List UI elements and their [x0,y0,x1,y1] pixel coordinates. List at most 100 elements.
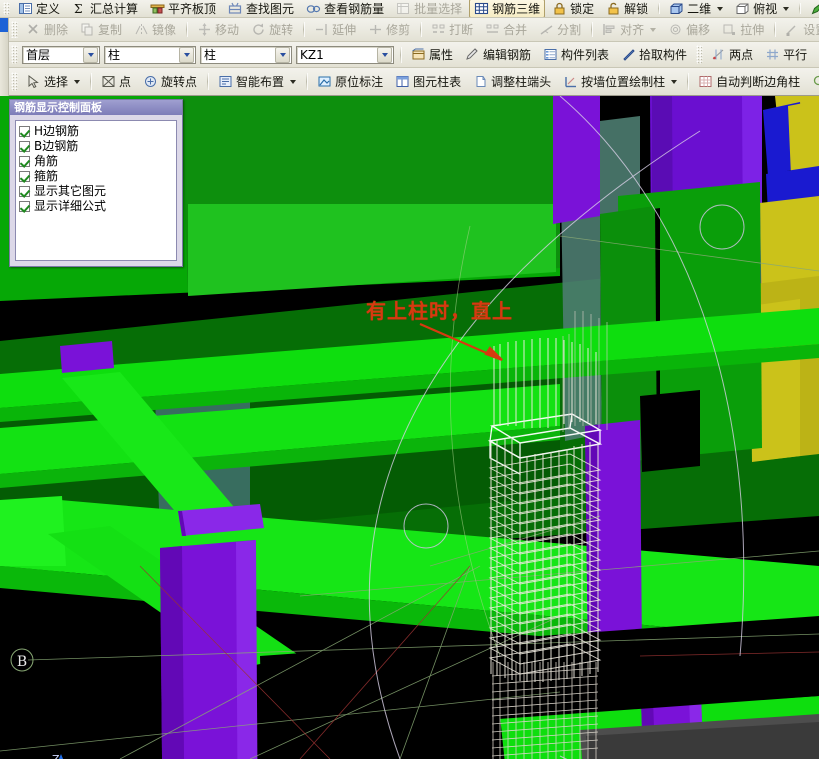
toolbar-item-rotate-point[interactable]: 旋转点 [138,72,202,91]
view-rebar-qty-icon [306,1,321,16]
toolbar-separator [420,22,422,37]
toolbar-item-label: 锁定 [570,1,595,16]
trim-icon [368,22,383,37]
dynamic-view-icon [810,1,819,16]
toolbar-item-extend[interactable]: 延伸 [309,20,361,39]
toolbar-item-align[interactable]: 对齐 [597,20,661,39]
top-view-icon [735,1,750,16]
checkbox-checked[interactable] [19,201,30,212]
category-select-value: 柱 [108,47,121,62]
category-select[interactable]: 柱 [104,45,196,64]
point-angle-button[interactable]: 点角 [814,45,819,64]
toolbar-separator [774,22,776,37]
toolbar-item-label: 属性 [429,47,454,62]
toolbar-item-find-element[interactable]: 查找图元 [223,0,299,17]
toolbar-item-point[interactable]: 点 [96,72,136,91]
properties-button[interactable]: 属性 [406,45,458,64]
toolbar-item-move[interactable]: 移动 [192,20,244,39]
toolbar-item-offset[interactable]: 偏移 [663,20,715,39]
chevron-down-icon[interactable] [377,46,392,63]
chevron-down-icon[interactable] [275,46,290,63]
toolbar-item-break[interactable]: 打断 [426,20,478,39]
toolbar-item-copy[interactable]: 复制 [75,20,127,39]
toolbar-item-batch-select[interactable]: 批量选择 [391,0,467,17]
toolbar-item-label: 合并 [503,22,528,37]
checkbox-checked[interactable] [19,156,30,167]
checkbox-checked[interactable] [19,141,30,152]
toolbar-item-rebar-3d[interactable]: 钢筋三维 [469,0,546,17]
toolbar-item-stretch[interactable]: 拉伸 [717,20,769,39]
toolbar-item-define[interactable]: 定义 [13,0,65,17]
toolbar-item-in-place-annotation[interactable]: 原位标注 [312,72,388,91]
toolbar-item-view-rebar-quantity[interactable]: 查看钢筋量 [301,0,389,17]
toolbar-item-adjust-column-end[interactable]: 调整柱端头 [468,72,556,91]
toolbar-item-align-slab-top[interactable]: 平齐板顶 [145,0,221,17]
checkbox-checked[interactable] [19,186,30,197]
rebar-display-control-panel[interactable]: 钢筋显示控制面板 H边钢筋 B边钢筋 角筋 箍筋 显示其它图元 显示详细公式 [9,99,183,267]
toolbar-item-unlock[interactable]: 解锁 [601,0,653,17]
rebar-option-row[interactable]: H边钢筋 [19,124,174,139]
toolbar-item-mirror[interactable]: 镜像 [129,20,181,39]
toolbar-item-check-annotation[interactable]: 查改标注 [807,72,819,91]
toolbar-item-draw-column-by-wall[interactable]: 按墙位置绘制柱 [558,72,682,91]
chevron-down-icon[interactable] [783,6,790,11]
delete-icon [26,22,41,37]
toolbar-gripper[interactable] [11,20,18,38]
toolbar-item-smart-layout[interactable]: 智能布置 [213,72,301,91]
toolbar-item-label: 选择 [44,74,69,89]
toolbar-item-auto-corner-column[interactable]: 自动判断边角柱 [693,72,805,91]
chevron-down-icon[interactable] [290,79,297,84]
toolbar-item-dynamic-view[interactable]: 动态 [805,0,819,17]
toolbar-item-top-view[interactable]: 俯视 [730,0,794,17]
pick-component-button[interactable]: 拾取构件 [616,45,692,64]
toolbar-gripper[interactable] [11,45,18,64]
component-list-button[interactable]: 构件列表 [538,45,614,64]
rebar-option-list[interactable]: H边钢筋 B边钢筋 角筋 箍筋 显示其它图元 显示详细公式 [15,120,177,261]
toolbar-item-rotate[interactable]: 旋转 [246,20,298,39]
subcategory-select[interactable]: 柱 [200,45,292,64]
chevron-down-icon[interactable] [717,6,724,11]
component-select[interactable]: KZ1 [296,45,394,64]
toolbar-gripper[interactable] [11,71,18,92]
chevron-down-icon[interactable] [179,46,194,63]
checkbox-checked[interactable] [19,171,30,182]
rebar-option-row[interactable]: B边钢筋 [19,139,174,154]
parallel-button[interactable]: 平行 [760,45,812,64]
toolbar-item-label: 查找图元 [246,1,295,16]
rebar-option-row[interactable]: 显示详细公式 [19,199,174,214]
rebar-option-row[interactable]: 角筋 [19,154,174,169]
toolbar-item-cursor-select[interactable]: 选择 [21,72,85,91]
toolbar-item-label: 拉伸 [740,22,765,37]
toolbar-item-delete[interactable]: 删除 [21,20,73,39]
toolbar-item-element-column-table[interactable]: 图元柱表 [390,72,466,91]
checkbox-checked[interactable] [19,126,30,137]
toolbar-item-view-2d[interactable]: 二维 [664,0,728,17]
two-point-button[interactable]: 两点 [706,45,758,64]
toolbar-item-label: 俯视 [753,1,778,16]
toolbar-item-set-grip[interactable]: 设置夹点 [780,20,819,39]
toolbar-item-label: 平齐板顶 [168,1,217,16]
edit-rebar-button[interactable]: 编辑钢筋 [460,45,536,64]
rebar-option-label: 显示详细公式 [34,199,107,213]
smart-layout-icon [218,74,233,89]
toolbar-item-summary-calc[interactable]: Σ 汇总计算 [67,0,143,17]
toolbar-item-merge[interactable]: 合并 [480,20,532,39]
annotation-text: 有上柱时，直上 [366,299,513,323]
toolbar-gripper[interactable] [3,2,10,15]
extend-icon [314,22,329,37]
rebar-option-row[interactable]: 显示其它图元 [19,184,174,199]
chevron-down-icon[interactable] [671,79,678,84]
toolbar-item-split[interactable]: 分割 [534,20,586,39]
toolbar-item-lock[interactable]: 锁定 [547,0,599,17]
toolbar-separator [303,22,305,37]
chevron-down-icon[interactable] [83,46,98,63]
toolbar-item-trim[interactable]: 修剪 [363,20,415,39]
rebar-option-row[interactable]: 箍筋 [19,169,174,184]
floor-select[interactable]: 首层 [22,45,100,64]
toolbar-gripper[interactable] [696,45,704,64]
chevron-down-icon[interactable] [650,27,657,32]
toolbar-item-label: 修剪 [386,22,411,37]
break-icon [431,22,446,37]
set-grip-icon [785,22,800,37]
chevron-down-icon[interactable] [74,79,81,84]
